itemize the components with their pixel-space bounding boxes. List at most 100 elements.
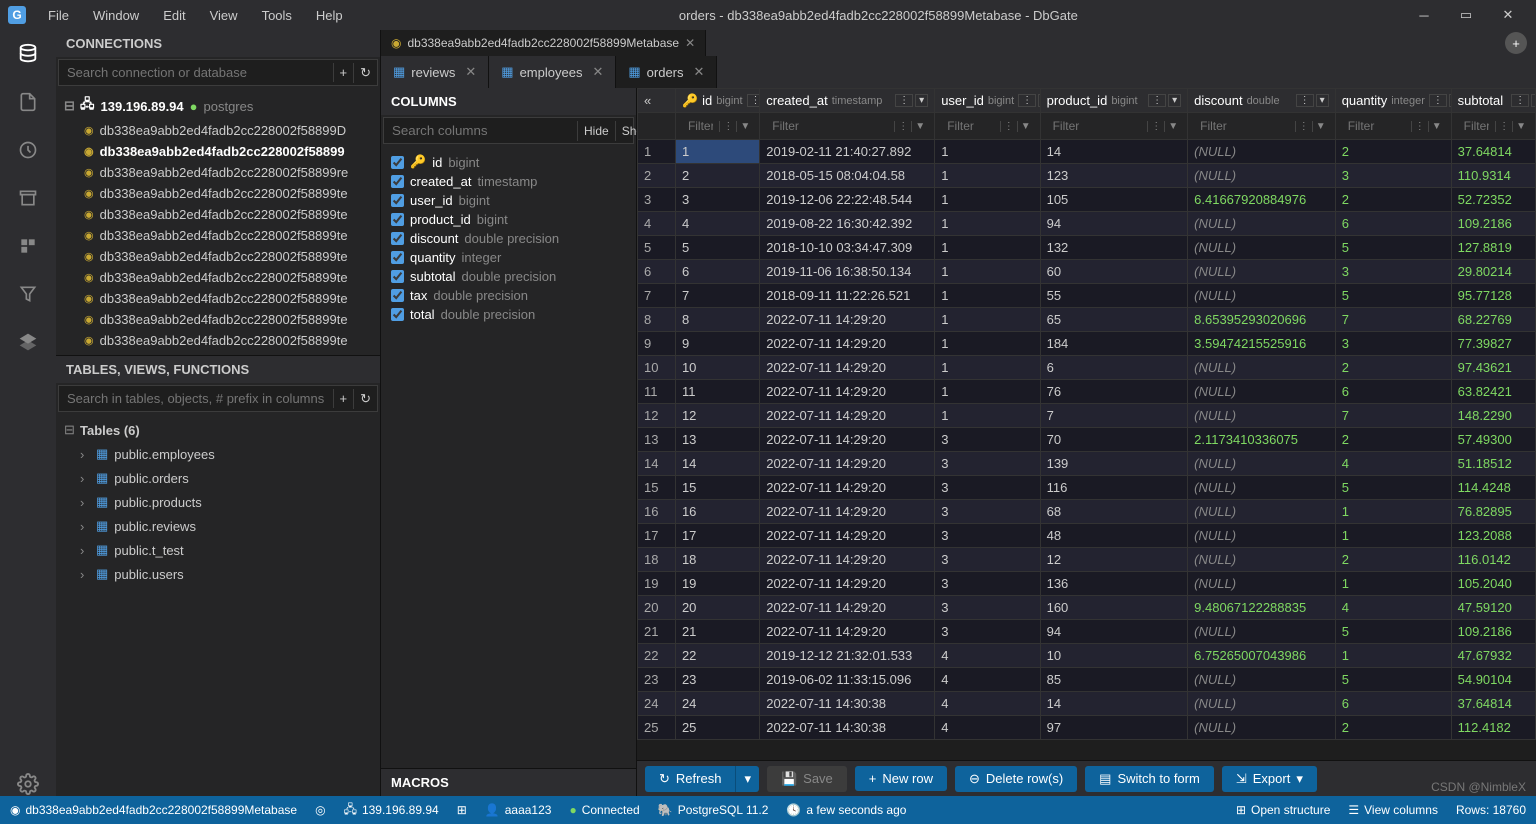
table-row[interactable]: 13132022-07-11 14:29:203702.117341033607… [638,428,1536,452]
refresh-tables-button[interactable]: ↻ [353,389,377,409]
table-row[interactable]: 11112022-07-11 14:29:20176(NULL)663.8242… [638,380,1536,404]
database-node[interactable]: ◉ db338ea9abb2ed4fadb2cc228002f58899te [56,225,380,246]
close-icon[interactable]: ✕ [465,64,476,80]
close-icon[interactable]: ✕ [592,64,603,80]
filter-input[interactable] [1458,116,1495,136]
database-node[interactable]: ◉ db338ea9abb2ed4fadb2cc228002f58899te [56,309,380,330]
filter-icon[interactable] [16,282,40,306]
filter-input[interactable] [941,116,999,136]
switch-to-form-button[interactable]: ▤ Switch to form [1085,766,1214,792]
status-server-icon[interactable]: ⊞ [457,803,467,817]
table-row[interactable]: 19192022-07-11 14:29:203136(NULL)1105.20… [638,572,1536,596]
table-row[interactable]: 23232019-06-02 11:33:15.096485(NULL)554.… [638,668,1536,692]
view-columns-button[interactable]: ☰ View columns [1348,803,1438,817]
maximize-button[interactable]: ▭ [1446,1,1486,29]
column-header-discount[interactable]: discount double⋮▾ [1188,89,1336,113]
column-checkbox[interactable] [391,213,404,226]
menu-file[interactable]: File [38,4,79,27]
server-node[interactable]: ⊟ 🖧 139.196.89.94 ● postgres [56,92,380,120]
table-row[interactable]: 21212022-07-11 14:29:20394(NULL)5109.218… [638,620,1536,644]
close-button[interactable]: ✕ [1488,1,1528,29]
database-node[interactable]: ◉ db338ea9abb2ed4fadb2cc228002f58899te [56,288,380,309]
minimize-button[interactable]: ─ [1404,1,1444,29]
status-user[interactable]: 👤 aaaa123 [485,803,552,817]
database-node[interactable]: ◉ db338ea9abb2ed4fadb2cc228002f58899te [56,183,380,204]
table-row[interactable]: 332019-12-06 22:22:48.54411056.416679208… [638,188,1536,212]
gear-icon[interactable] [16,772,40,796]
table-row[interactable]: 112019-02-11 21:40:27.892114(NULL)237.64… [638,140,1536,164]
column-row[interactable]: created_at timestamp [391,172,626,191]
hide-columns-button[interactable]: Hide [577,121,615,141]
database-node[interactable]: ◉ db338ea9abb2ed4fadb2cc228002f58899te [56,267,380,288]
collapse-button[interactable]: « [638,89,676,113]
menu-window[interactable]: Window [83,4,149,27]
filter-input[interactable] [1342,116,1411,136]
file-icon[interactable] [16,90,40,114]
column-checkbox[interactable] [391,156,404,169]
table-row[interactable]: 20202022-07-11 14:29:2031609.48067122288… [638,596,1536,620]
column-checkbox[interactable] [391,308,404,321]
extensions-icon[interactable] [16,234,40,258]
table-node[interactable]: › ▦ public.reviews [56,514,380,538]
table-row[interactable]: 992022-07-11 14:29:2011843.5947421552591… [638,332,1536,356]
column-row[interactable]: 🔑 id bigint [391,152,626,172]
menu-edit[interactable]: Edit [153,4,195,27]
table-row[interactable]: 10102022-07-11 14:29:2016(NULL)297.43621 [638,356,1536,380]
connections-search-input[interactable] [59,60,333,85]
table-row[interactable]: 12122022-07-11 14:29:2017(NULL)7148.2290 [638,404,1536,428]
column-row[interactable]: subtotal double precision [391,267,626,286]
status-server[interactable]: 🖧 139.196.89.94 [344,800,439,821]
filter-input[interactable] [1194,116,1295,136]
tab-employees[interactable]: ▦employees✕ [489,56,616,88]
column-row[interactable]: discount double precision [391,229,626,248]
add-table-button[interactable]: + [333,389,354,408]
column-checkbox[interactable] [391,270,404,283]
table-row[interactable]: 18182022-07-11 14:29:20312(NULL)2116.014… [638,548,1536,572]
status-target-icon[interactable]: ◎ [315,803,325,817]
table-row[interactable]: 442019-08-22 16:30:42.392194(NULL)6109.2… [638,212,1536,236]
close-icon[interactable]: ✕ [694,64,705,80]
column-row[interactable]: quantity integer [391,248,626,267]
table-node[interactable]: › ▦ public.t_test [56,538,380,562]
database-node[interactable]: ◉ db338ea9abb2ed4fadb2cc228002f58899 [56,141,380,162]
column-header-quantity[interactable]: quantity integer⋮▾ [1335,89,1451,113]
tab-reviews[interactable]: ▦reviews✕ [381,56,489,88]
new-row-button[interactable]: + New row [855,766,947,791]
save-button[interactable]: 💾 Save [767,766,847,792]
table-row[interactable]: 22222019-12-12 21:32:01.5334106.75265007… [638,644,1536,668]
export-button[interactable]: ⇲ Export ▾ [1222,766,1317,792]
column-header-product_id[interactable]: product_id bigint⋮▾ [1040,89,1188,113]
column-row[interactable]: tax double precision [391,286,626,305]
database-node[interactable]: ◉ db338ea9abb2ed4fadb2cc228002f58899te [56,204,380,225]
tables-group[interactable]: ⊟ Tables (6) [56,418,380,442]
column-checkbox[interactable] [391,232,404,245]
status-database[interactable]: ◉ db338ea9abb2ed4fadb2cc228002f58899Meta… [10,803,297,817]
filter-input[interactable] [682,116,719,136]
column-checkbox[interactable] [391,194,404,207]
database-node[interactable]: ◉ db338ea9abb2ed4fadb2cc228002f58899re [56,162,380,183]
table-row[interactable]: 662019-11-06 16:38:50.134160(NULL)329.80… [638,260,1536,284]
database-node[interactable]: ◉ db338ea9abb2ed4fadb2cc228002f58899te [56,330,380,351]
filter-input[interactable] [1047,116,1148,136]
table-node[interactable]: › ▦ public.orders [56,466,380,490]
column-checkbox[interactable] [391,175,404,188]
history-icon[interactable] [16,138,40,162]
menu-help[interactable]: Help [306,4,353,27]
layers-icon[interactable] [16,330,40,354]
column-checkbox[interactable] [391,289,404,302]
database-node[interactable]: ◉ db338ea9abb2ed4fadb2cc228002f58899D [56,120,380,141]
table-row[interactable]: 17172022-07-11 14:29:20348(NULL)1123.208… [638,524,1536,548]
menu-tools[interactable]: Tools [252,4,302,27]
tables-search-input[interactable] [59,386,333,411]
close-icon[interactable]: ✕ [685,36,695,50]
delete-rows-button[interactable]: ⊖ Delete row(s) [955,766,1077,792]
table-row[interactable]: 16162022-07-11 14:29:20368(NULL)176.8289… [638,500,1536,524]
table-row[interactable]: 15152022-07-11 14:29:203116(NULL)5114.42… [638,476,1536,500]
column-header-user_id[interactable]: user_id bigint⋮▾ [935,89,1040,113]
database-tab[interactable]: ◉ db338ea9abb2ed4fadb2cc228002f58899Meta… [381,30,706,56]
column-checkbox[interactable] [391,251,404,264]
data-grid[interactable]: «🔑 id bigint⋮▾created_at timestamp⋮▾user… [637,88,1536,740]
table-node[interactable]: › ▦ public.users [56,562,380,586]
table-row[interactable]: 552018-10-10 03:34:47.3091132(NULL)5127.… [638,236,1536,260]
table-row[interactable]: 25252022-07-11 14:30:38497(NULL)2112.418… [638,716,1536,740]
